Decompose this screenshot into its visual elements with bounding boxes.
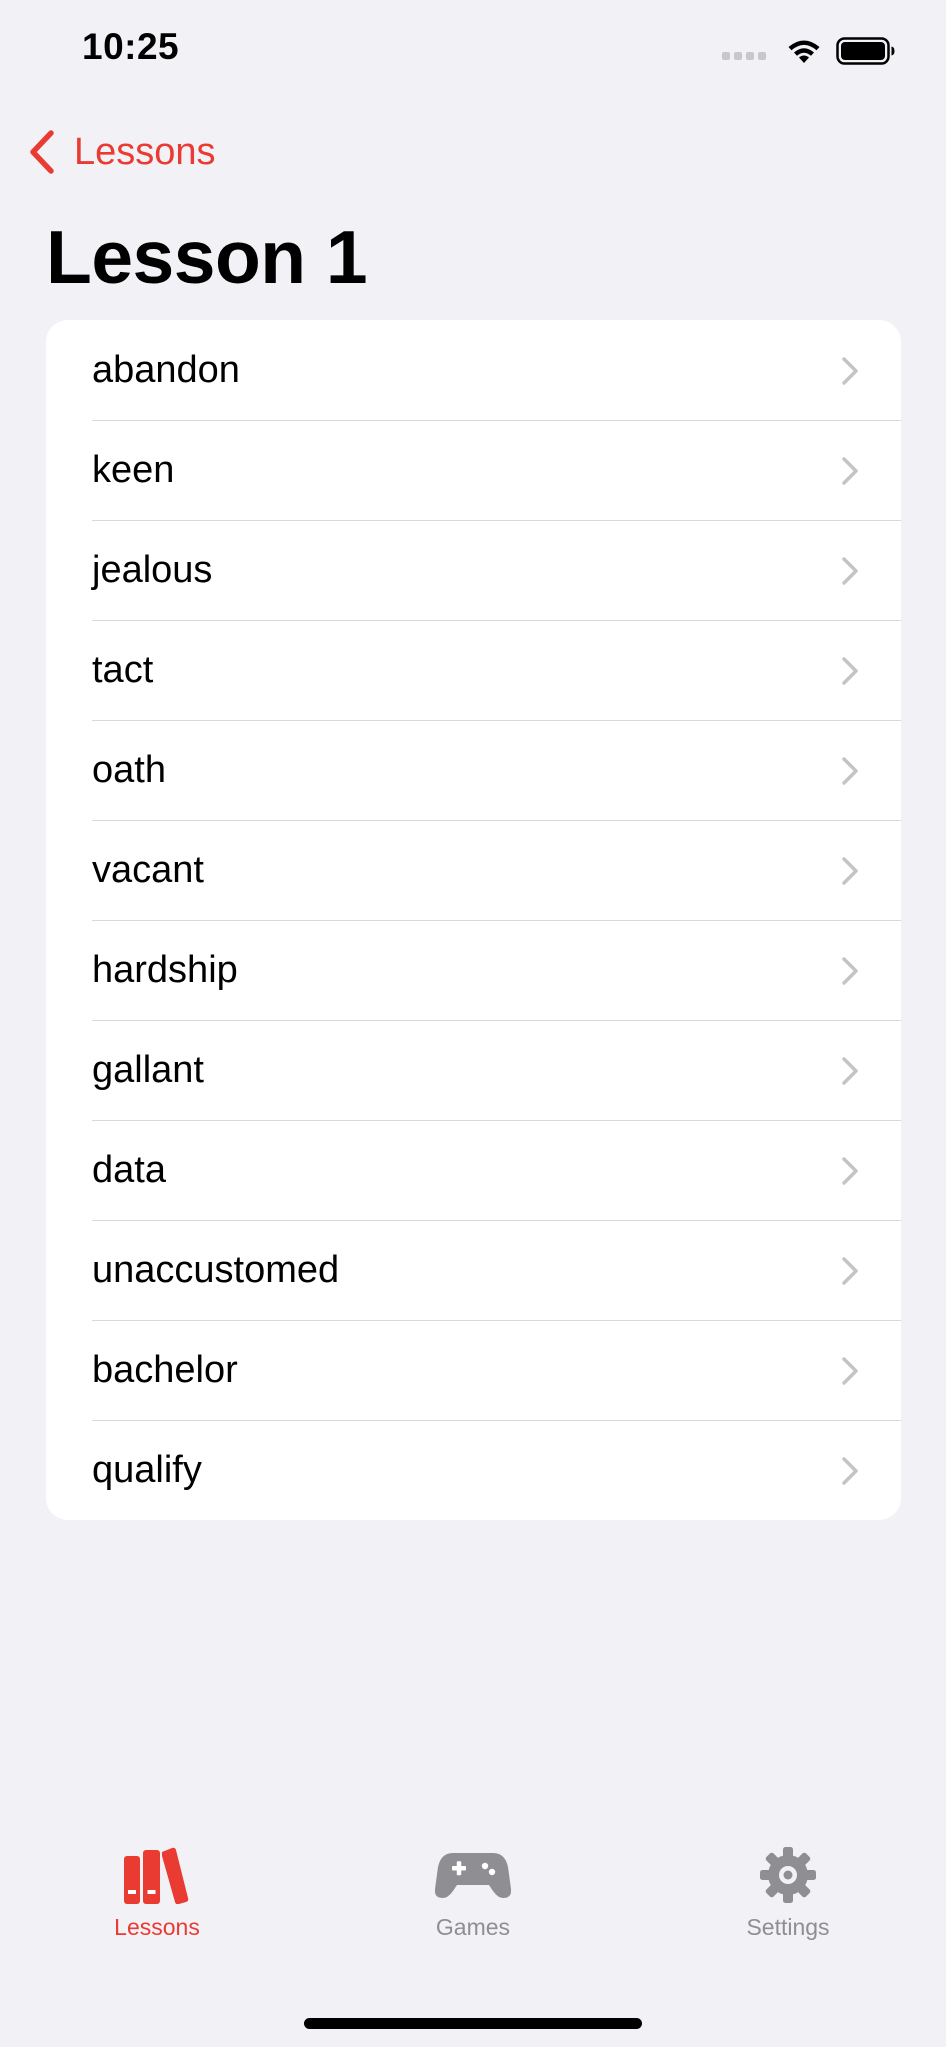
cellular-signal-icon bbox=[722, 52, 766, 60]
word-row-gallant[interactable]: gallant bbox=[46, 1020, 901, 1120]
status-icons bbox=[722, 36, 896, 66]
chevron-right-icon bbox=[842, 657, 858, 685]
chevron-right-icon bbox=[842, 1257, 858, 1285]
tab-label: Lessons bbox=[114, 1914, 200, 1940]
back-button-label: Lessons bbox=[74, 130, 216, 173]
chevron-right-icon bbox=[842, 957, 858, 985]
chevron-right-icon bbox=[842, 1057, 858, 1085]
word-row-keen[interactable]: keen bbox=[46, 420, 901, 520]
word-label: oath bbox=[92, 748, 166, 791]
word-row-vacant[interactable]: vacant bbox=[46, 820, 901, 920]
word-label: vacant bbox=[92, 848, 204, 891]
chevron-right-icon bbox=[842, 457, 858, 485]
word-label: bachelor bbox=[92, 1348, 238, 1391]
status-bar: 10:25 bbox=[0, 0, 946, 105]
tab-bar: Lessons Games Settings bbox=[0, 1840, 946, 1980]
word-label: qualify bbox=[92, 1448, 202, 1491]
word-row-tact[interactable]: tact bbox=[46, 620, 901, 720]
word-row-qualify[interactable]: qualify bbox=[46, 1420, 901, 1520]
tab-label: Games bbox=[435, 1914, 511, 1940]
word-label: tact bbox=[92, 648, 154, 691]
tab-label: Settings bbox=[746, 1914, 830, 1940]
word-label: keen bbox=[92, 448, 175, 491]
chevron-right-icon bbox=[842, 557, 858, 585]
page-title: Lesson 1 bbox=[46, 215, 368, 299]
tab-games[interactable]: Games bbox=[373, 1840, 573, 1941]
status-time: 10:25 bbox=[82, 26, 180, 67]
home-indicator bbox=[304, 2018, 642, 2029]
word-label: jealous bbox=[92, 548, 213, 591]
tab-settings[interactable]: Settings bbox=[688, 1840, 888, 1941]
chevron-right-icon bbox=[842, 1457, 858, 1485]
word-row-unaccustomed[interactable]: unaccustomed bbox=[46, 1220, 901, 1320]
word-row-data[interactable]: data bbox=[46, 1120, 901, 1220]
chevron-right-icon bbox=[842, 757, 858, 785]
chevron-right-icon bbox=[842, 857, 858, 885]
word-row-bachelor[interactable]: bachelor bbox=[46, 1320, 901, 1420]
word-label: abandon bbox=[92, 348, 240, 391]
battery-full-icon bbox=[836, 37, 895, 65]
word-label: gallant bbox=[92, 1048, 204, 1091]
chevron-left-icon bbox=[30, 130, 54, 174]
word-list: abandon keen jealous tact oath vacant ha… bbox=[46, 320, 901, 1520]
gamecontroller-icon bbox=[435, 1853, 511, 1898]
gear-icon bbox=[760, 1847, 816, 1903]
back-button[interactable]: Lessons bbox=[28, 124, 216, 180]
word-row-jealous[interactable]: jealous bbox=[46, 520, 901, 620]
chevron-right-icon bbox=[842, 1357, 858, 1385]
wifi-icon bbox=[788, 40, 820, 63]
chevron-right-icon bbox=[842, 357, 858, 385]
word-row-hardship[interactable]: hardship bbox=[46, 920, 901, 1020]
tab-lessons[interactable]: Lessons bbox=[57, 1840, 257, 1941]
word-label: data bbox=[92, 1148, 166, 1191]
word-row-oath[interactable]: oath bbox=[46, 720, 901, 820]
word-row-abandon[interactable]: abandon bbox=[46, 320, 901, 420]
word-label: unaccustomed bbox=[92, 1248, 340, 1291]
books-icon bbox=[124, 1847, 189, 1904]
chevron-right-icon bbox=[842, 1157, 858, 1185]
word-label: hardship bbox=[92, 948, 238, 991]
